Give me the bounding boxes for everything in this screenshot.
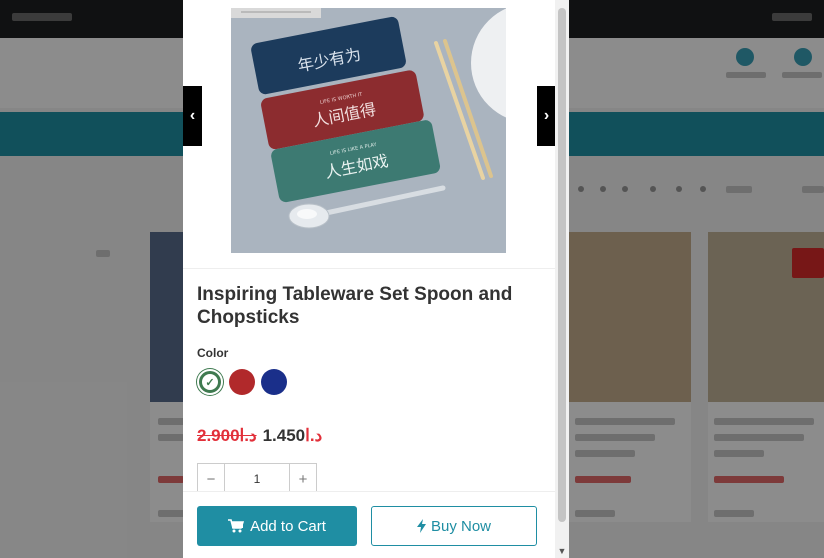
add-to-cart-button[interactable]: Add to Cart: [197, 506, 357, 546]
sale-price: 1.450د.ا: [263, 426, 323, 446]
product-image: 年少有为 LIFE IS WORTH IT 人间值得 LIFE IS LIKE …: [231, 8, 506, 253]
color-label: Color: [197, 346, 229, 360]
scroll-down-arrow-icon[interactable]: ▼: [556, 546, 568, 556]
quantity-increase-button[interactable]: +: [290, 464, 316, 494]
color-swatch-blue[interactable]: [261, 369, 287, 395]
chevron-right-icon: ›: [543, 107, 550, 124]
color-swatch-green[interactable]: ✓: [197, 369, 223, 395]
quick-view-modal: 年少有为 LIFE IS WORTH IT 人间值得 LIFE IS LIKE …: [183, 0, 569, 558]
product-title: Inspiring Tableware Set Spoon and Chopst…: [197, 284, 513, 328]
sale-price-currency: د.ا: [305, 426, 323, 445]
buy-now-button[interactable]: Buy Now: [371, 506, 537, 546]
original-price: 2.900د.ا: [197, 426, 257, 446]
quantity-decrease-button[interactable]: −: [198, 464, 224, 494]
add-to-cart-label: Add to Cart: [250, 517, 326, 535]
checkmark-icon: ✓: [202, 374, 218, 390]
gallery-prev-button[interactable]: ‹: [183, 86, 202, 146]
color-swatch-red[interactable]: [229, 369, 255, 395]
original-price-value: 2.900: [197, 426, 240, 445]
chevron-left-icon: ‹: [189, 107, 196, 124]
gallery-next-button[interactable]: ›: [537, 86, 556, 146]
buy-now-label: Buy Now: [430, 517, 492, 535]
action-bar: Add to Cart Buy Now: [183, 491, 555, 558]
bolt-icon: [416, 519, 426, 533]
modal-scrollbar[interactable]: ▼: [555, 0, 569, 558]
quantity-input[interactable]: 1: [224, 464, 290, 494]
product-photo-svg: 年少有为 LIFE IS WORTH IT 人间值得 LIFE IS LIKE …: [231, 8, 506, 253]
product-gallery: 年少有为 LIFE IS WORTH IT 人间值得 LIFE IS LIKE …: [183, 0, 569, 269]
price-row: 2.900د.ا 1.450د.ا: [197, 426, 322, 446]
sale-price-value: 1.450: [262, 426, 306, 445]
original-price-currency: د.ا: [239, 426, 257, 445]
cart-icon: [228, 519, 245, 533]
scrollbar-thumb[interactable]: [558, 8, 566, 522]
